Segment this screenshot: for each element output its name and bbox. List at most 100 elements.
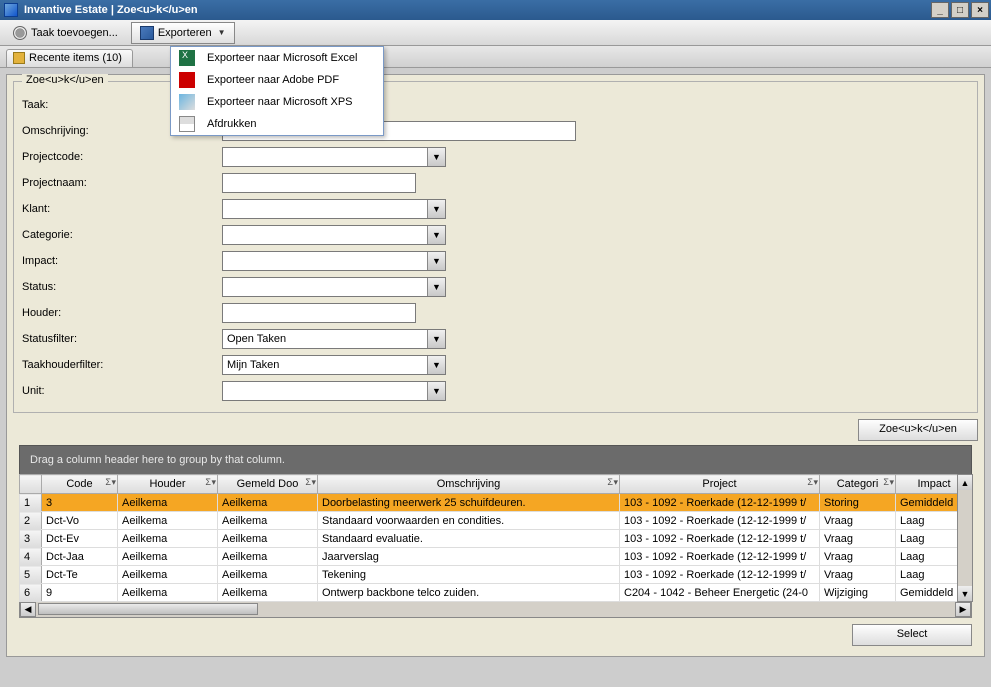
folder-icon xyxy=(13,52,25,64)
grid-header-project[interactable]: ProjectΣ ▾ xyxy=(620,475,820,494)
grid-header-rownum[interactable] xyxy=(20,475,42,494)
input-houder[interactable] xyxy=(222,303,416,323)
cell[interactable]: 103 - 1092 - Roerkade (12-12-1999 t/ xyxy=(620,512,820,530)
export-pdf-item[interactable]: Exporteer naar Adobe PDF xyxy=(171,69,383,91)
table-row[interactable]: 13AeilkemaAeilkemaDoorbelasting meerwerk… xyxy=(20,494,973,512)
grid-vertical-scrollbar[interactable]: ▲ ▼ xyxy=(957,474,973,602)
cell[interactable]: Tekening xyxy=(318,566,620,584)
cell[interactable]: Aeilkema xyxy=(118,548,218,566)
cell[interactable]: Vraag xyxy=(820,566,896,584)
grid-header-row: CodeΣ ▾ HouderΣ ▾ Gemeld DooΣ ▾ Omschrij… xyxy=(20,475,973,494)
cell[interactable]: 103 - 1092 - Roerkade (12-12-1999 t/ xyxy=(620,530,820,548)
cell[interactable]: Standaard evaluatie. xyxy=(318,530,620,548)
select-button[interactable]: Select xyxy=(852,624,972,646)
cell[interactable]: Standaard voorwaarden en condities. xyxy=(318,512,620,530)
tab-recent-items[interactable]: Recente items (10) xyxy=(6,49,133,67)
table-row[interactable]: 4Dct-JaaAeilkemaAeilkemaJaarverslag103 -… xyxy=(20,548,973,566)
chevron-down-icon[interactable]: ▼ xyxy=(427,356,445,374)
minimize-button[interactable]: _ xyxy=(931,2,949,18)
combo-impact[interactable]: ▼ xyxy=(222,251,446,271)
search-button[interactable]: Zoe<u>k</u>en xyxy=(858,419,978,441)
chevron-down-icon[interactable]: ▼ xyxy=(427,252,445,270)
cell[interactable]: 3 xyxy=(42,494,118,512)
cell[interactable]: Vraag xyxy=(820,548,896,566)
input-projectnaam[interactable] xyxy=(222,173,416,193)
form-area: Zoe<u>k</u>en Taak: Omschrijving: Projec… xyxy=(6,74,985,657)
cell[interactable]: Aeilkema xyxy=(118,566,218,584)
cell[interactable]: Vraag xyxy=(820,512,896,530)
label-projectnaam: Projectnaam: xyxy=(22,177,222,189)
cell[interactable]: 103 - 1092 - Roerkade (12-12-1999 t/ xyxy=(620,494,820,512)
cell[interactable]: 103 - 1092 - Roerkade (12-12-1999 t/ xyxy=(620,548,820,566)
cell[interactable]: Wijziging xyxy=(820,584,896,602)
scroll-left-icon[interactable]: ◀ xyxy=(20,602,36,617)
cell[interactable]: Aeilkema xyxy=(218,548,318,566)
cell[interactable]: C204 - 1042 - Beheer Energetic (24-0 xyxy=(620,584,820,602)
cell[interactable]: Ontwerp backbone telco zuiden. xyxy=(318,584,620,602)
cell[interactable]: Aeilkema xyxy=(218,584,318,602)
cell[interactable]: Aeilkema xyxy=(118,494,218,512)
cell[interactable]: Aeilkema xyxy=(118,530,218,548)
combo-impact-text xyxy=(223,260,427,262)
cell[interactable]: 103 - 1092 - Roerkade (12-12-1999 t/ xyxy=(620,566,820,584)
chevron-down-icon[interactable]: ▼ xyxy=(427,278,445,296)
cell[interactable]: Aeilkema xyxy=(218,566,318,584)
cell[interactable]: Aeilkema xyxy=(118,512,218,530)
table-row[interactable]: 69AeilkemaAeilkemaOntwerp backbone telco… xyxy=(20,584,973,602)
cell[interactable]: Aeilkema xyxy=(218,494,318,512)
cell[interactable]: Dct-Vo xyxy=(42,512,118,530)
print-item[interactable]: Afdrukken xyxy=(171,113,383,135)
cell[interactable]: Aeilkema xyxy=(218,512,318,530)
combo-unit[interactable]: ▼ xyxy=(222,381,446,401)
close-button[interactable]: × xyxy=(971,2,989,18)
combo-klant[interactable]: ▼ xyxy=(222,199,446,219)
combo-categorie[interactable]: ▼ xyxy=(222,225,446,245)
cell[interactable]: Vraag xyxy=(820,530,896,548)
table-row[interactable]: 2Dct-VoAeilkemaAeilkemaStandaard voorwaa… xyxy=(20,512,973,530)
table-row[interactable]: 5Dct-TeAeilkemaAeilkemaTekening103 - 109… xyxy=(20,566,973,584)
export-excel-item[interactable]: Exporteer naar Microsoft Excel xyxy=(171,47,383,69)
combo-categorie-text xyxy=(223,234,427,236)
grid-header-categorie[interactable]: CategoriΣ ▾ xyxy=(820,475,896,494)
cell[interactable]: Aeilkema xyxy=(118,584,218,602)
row-number: 5 xyxy=(20,566,42,584)
export-xps-label: Exporteer naar Microsoft XPS xyxy=(207,96,353,108)
main-toolbar: Taak toevoegen... Exporteren ▼ xyxy=(0,20,991,46)
chevron-down-icon[interactable]: ▼ xyxy=(427,382,445,400)
export-button[interactable]: Exporteren ▼ xyxy=(131,22,235,44)
scroll-down-icon[interactable]: ▼ xyxy=(958,586,972,601)
scroll-up-icon[interactable]: ▲ xyxy=(958,475,972,490)
grid-header-gemeld[interactable]: Gemeld DooΣ ▾ xyxy=(218,475,318,494)
scroll-right-icon[interactable]: ▶ xyxy=(955,602,971,617)
export-excel-label: Exporteer naar Microsoft Excel xyxy=(207,52,357,64)
grid-header-omschrijving[interactable]: OmschrijvingΣ ▾ xyxy=(318,475,620,494)
combo-projectcode[interactable]: ▼ xyxy=(222,147,446,167)
cell[interactable]: Dct-Jaa xyxy=(42,548,118,566)
task-add-button[interactable]: Taak toevoegen... xyxy=(4,22,127,44)
titlebar: Invantive Estate | Zoe<u>k</u>en _ □ × xyxy=(0,0,991,20)
maximize-button[interactable]: □ xyxy=(951,2,969,18)
grid-group-bar[interactable]: Drag a column header here to group by th… xyxy=(19,445,972,474)
cell[interactable]: Dct-Ev xyxy=(42,530,118,548)
cell[interactable]: Storing xyxy=(820,494,896,512)
cell[interactable]: Dct-Te xyxy=(42,566,118,584)
export-xps-item[interactable]: Exporteer naar Microsoft XPS xyxy=(171,91,383,113)
chevron-down-icon[interactable]: ▼ xyxy=(427,226,445,244)
cell[interactable]: 9 xyxy=(42,584,118,602)
row-number: 6 xyxy=(20,584,42,602)
cell[interactable]: Doorbelasting meerwerk 25 schuifdeuren. xyxy=(318,494,620,512)
cell[interactable]: Aeilkema xyxy=(218,530,318,548)
table-row[interactable]: 3Dct-EvAeilkemaAeilkemaStandaard evaluat… xyxy=(20,530,973,548)
chevron-down-icon[interactable]: ▼ xyxy=(427,200,445,218)
combo-taakhouderfilter[interactable]: Mijn Taken ▼ xyxy=(222,355,446,375)
grid-horizontal-scrollbar[interactable]: ◀ ▶ xyxy=(19,602,972,618)
combo-status[interactable]: ▼ xyxy=(222,277,446,297)
combo-statusfilter[interactable]: Open Taken ▼ xyxy=(222,329,446,349)
scroll-thumb[interactable] xyxy=(38,603,258,615)
xps-icon xyxy=(179,94,195,110)
chevron-down-icon[interactable]: ▼ xyxy=(427,148,445,166)
cell[interactable]: Jaarverslag xyxy=(318,548,620,566)
grid-header-houder[interactable]: HouderΣ ▾ xyxy=(118,475,218,494)
grid-header-code[interactable]: CodeΣ ▾ xyxy=(42,475,118,494)
chevron-down-icon[interactable]: ▼ xyxy=(427,330,445,348)
